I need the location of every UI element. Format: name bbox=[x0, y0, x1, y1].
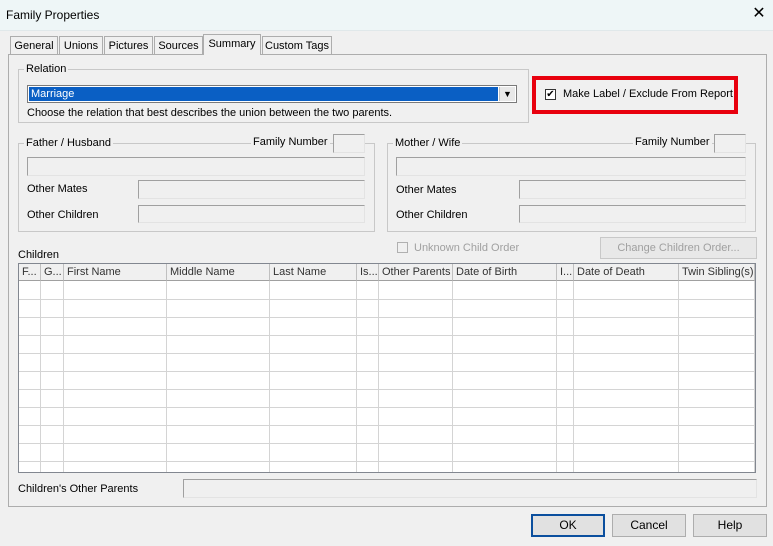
table-row[interactable] bbox=[19, 299, 755, 300]
grid-column-line bbox=[754, 281, 755, 472]
childrens-other-parents-field[interactable] bbox=[183, 479, 757, 498]
father-other-children-label: Other Children bbox=[27, 209, 99, 221]
grid-column-line bbox=[269, 281, 270, 472]
tab-custom-tags[interactable]: Custom Tags bbox=[262, 36, 332, 54]
tab-pictures[interactable]: Pictures bbox=[104, 36, 153, 54]
table-row[interactable] bbox=[19, 353, 755, 354]
table-row[interactable] bbox=[19, 425, 755, 426]
relation-hint: Choose the relation that best describes … bbox=[27, 107, 393, 119]
unknown-child-order-checkbox[interactable] bbox=[397, 242, 408, 253]
grid-column-line bbox=[166, 281, 167, 472]
table-row[interactable] bbox=[19, 407, 755, 408]
make-label-checkbox[interactable]: ✔ bbox=[545, 89, 556, 100]
chevron-down-icon[interactable]: ▼ bbox=[499, 87, 515, 101]
relation-selected-value: Marriage bbox=[29, 87, 498, 101]
mother-family-number-field[interactable] bbox=[714, 134, 746, 153]
make-label-label[interactable]: Make Label / Exclude From Report bbox=[563, 88, 733, 100]
father-name-field[interactable] bbox=[27, 157, 365, 176]
table-row[interactable] bbox=[19, 317, 755, 318]
column-header[interactable]: Date of Death bbox=[574, 264, 679, 281]
table-row[interactable] bbox=[19, 335, 755, 336]
table-row[interactable] bbox=[19, 461, 755, 462]
column-header[interactable]: Other Parents bbox=[379, 264, 453, 281]
column-header[interactable]: Date of Birth bbox=[453, 264, 557, 281]
column-header[interactable]: Middle Name bbox=[167, 264, 270, 281]
grid-column-line bbox=[378, 281, 379, 472]
column-header[interactable]: Is... bbox=[357, 264, 379, 281]
mother-other-children-field[interactable] bbox=[519, 205, 746, 223]
table-row[interactable] bbox=[19, 371, 755, 372]
column-header[interactable]: I... bbox=[557, 264, 574, 281]
tab-sources[interactable]: Sources bbox=[154, 36, 203, 54]
father-family-number-field[interactable] bbox=[333, 134, 365, 153]
grid-column-line bbox=[63, 281, 64, 472]
change-children-order-button[interactable]: Change Children Order... bbox=[600, 237, 757, 259]
grid-column-line bbox=[40, 281, 41, 472]
mother-name-field[interactable] bbox=[396, 157, 746, 176]
children-grid[interactable]: F... G... First Name Middle Name Last Na… bbox=[18, 263, 756, 473]
relation-group-label: Relation bbox=[24, 63, 69, 75]
unknown-child-order-label: Unknown Child Order bbox=[414, 242, 520, 254]
mother-other-mates-label: Other Mates bbox=[396, 184, 457, 196]
father-group-label: Father / Husband bbox=[24, 137, 113, 149]
father-family-number-label: Family Number bbox=[251, 136, 330, 148]
tab-unions[interactable]: Unions bbox=[59, 36, 103, 54]
mother-other-children-label: Other Children bbox=[396, 209, 468, 221]
childrens-other-parents-label: Children's Other Parents bbox=[18, 483, 139, 495]
column-header[interactable]: Twin Sibling(s) bbox=[679, 264, 755, 281]
grid-column-line bbox=[556, 281, 557, 472]
grid-column-line bbox=[573, 281, 574, 472]
children-label: Children bbox=[18, 249, 59, 261]
column-header[interactable]: First Name bbox=[64, 264, 167, 281]
ok-button[interactable]: OK bbox=[531, 514, 605, 537]
table-row[interactable] bbox=[19, 443, 755, 444]
column-header[interactable]: F... bbox=[19, 264, 41, 281]
grid-column-line bbox=[678, 281, 679, 472]
column-header[interactable]: Last Name bbox=[270, 264, 357, 281]
relation-select[interactable]: Marriage ▼ bbox=[27, 85, 517, 103]
mother-group-label: Mother / Wife bbox=[393, 137, 463, 149]
grid-column-line bbox=[356, 281, 357, 472]
help-button[interactable]: Help bbox=[693, 514, 767, 537]
title-bar bbox=[0, 0, 773, 31]
tab-general[interactable]: General bbox=[10, 36, 58, 54]
grid-column-line bbox=[452, 281, 453, 472]
father-other-children-field[interactable] bbox=[138, 205, 365, 223]
close-icon[interactable]: ✕ bbox=[748, 3, 770, 25]
table-row[interactable] bbox=[19, 389, 755, 390]
mother-family-number-label: Family Number bbox=[633, 136, 712, 148]
column-header[interactable]: G... bbox=[41, 264, 64, 281]
father-other-mates-label: Other Mates bbox=[27, 183, 88, 195]
mother-other-mates-field[interactable] bbox=[519, 180, 746, 199]
father-other-mates-field[interactable] bbox=[138, 180, 365, 199]
cancel-button[interactable]: Cancel bbox=[612, 514, 686, 537]
tab-summary[interactable]: Summary bbox=[203, 34, 261, 55]
window-title: Family Properties bbox=[6, 8, 100, 22]
